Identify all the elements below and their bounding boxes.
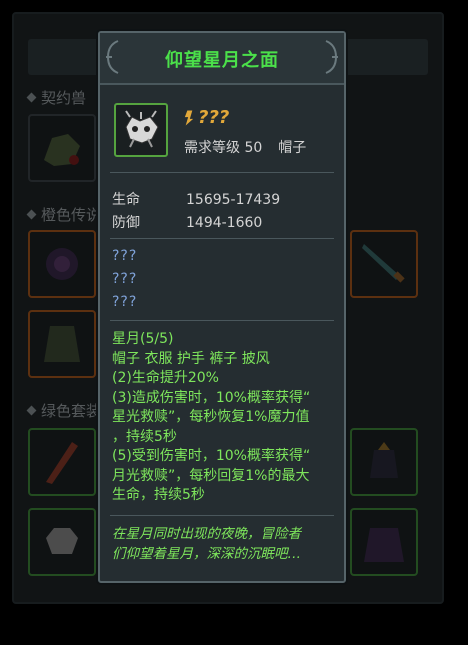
unknown-affix-3: ??? — [112, 294, 138, 310]
slot-type: 帽子 — [278, 140, 307, 156]
robe-icon — [364, 528, 404, 562]
quality-mark-icon — [184, 110, 194, 125]
legend-slot-1[interactable] — [28, 230, 96, 298]
beast-icon — [44, 134, 80, 166]
set-bonus-line: (5)受到伤害时，10%概率获得“ — [112, 448, 311, 464]
beast-slot[interactable] — [28, 114, 96, 182]
unknown-affix-1: ??? — [112, 248, 138, 264]
set-bonus-line: (2)生命提升20% — [112, 370, 219, 386]
legend-slot-2[interactable] — [28, 310, 96, 378]
level-requirement: 需求等级 50 帽子 — [184, 140, 307, 156]
set-slot-2[interactable] — [28, 508, 96, 576]
diamond-icon — [26, 92, 37, 103]
set-bonus-line: (3)造成伤害时，10%概率获得“ — [112, 389, 311, 406]
section-contract-beast: 契约兽 — [26, 87, 86, 108]
unknown-affix-2: ??? — [112, 271, 138, 287]
sword-icon — [362, 244, 405, 283]
set-bonus-line: 星光救赎”，每秒恢复1%魔力值 — [112, 409, 310, 425]
set-bonus-line: ，持续5秒 — [112, 428, 177, 445]
set-bonus-line: 月光救赎”，每秒回复1%的最大 — [112, 467, 310, 484]
mask-icon — [46, 528, 78, 554]
item-name: ??? — [184, 107, 229, 128]
divider — [110, 515, 334, 516]
set-bonus-block: 星月(5/5) 帽子 衣服 护手 裤子 披风 (2)生命提升20% (3)造成伤… — [112, 330, 336, 506]
diamond-icon — [26, 209, 37, 220]
set-bonus-line: 生命，持续5秒 — [112, 487, 205, 503]
tooltip-header: 仰望星月之面 — [100, 33, 344, 85]
divider — [110, 238, 334, 239]
divider — [110, 172, 334, 173]
stat-def: 防御 1494-1660 — [112, 215, 263, 231]
item-icon-frame — [114, 103, 168, 157]
dagger-icon — [46, 442, 78, 484]
set-slot-3[interactable] — [350, 428, 418, 496]
item-title: 仰望星月之面 — [165, 50, 279, 71]
cloak-icon — [44, 326, 80, 362]
dark-orb-icon — [46, 248, 78, 280]
ornament-right-icon — [325, 40, 338, 74]
item-tooltip: 仰望星月之面 ??? 需求等级 50 帽子 生命 15695-17439 防御 149… — [98, 31, 346, 583]
set-slot-1[interactable] — [28, 428, 96, 496]
set-pieces: 帽子 衣服 护手 裤子 披风 — [112, 350, 270, 367]
divider — [110, 320, 334, 321]
flavor-text: 在星月同时出现的夜晚，冒险者 们仰望着星月，深深的沉眠吧… — [112, 526, 301, 562]
stat-hp: 生命 15695-17439 — [112, 192, 281, 208]
section-orange-legend: 橙色传说 — [26, 204, 101, 225]
set-slot-4[interactable] — [350, 508, 418, 576]
set-name: 星月(5/5) — [112, 331, 174, 347]
legend-slot-3[interactable] — [350, 230, 418, 298]
section-green-set: 绿色套装 — [26, 400, 101, 421]
helmet-icon — [370, 442, 398, 478]
star-moon-mask-icon — [125, 110, 159, 148]
diamond-icon — [26, 405, 37, 416]
